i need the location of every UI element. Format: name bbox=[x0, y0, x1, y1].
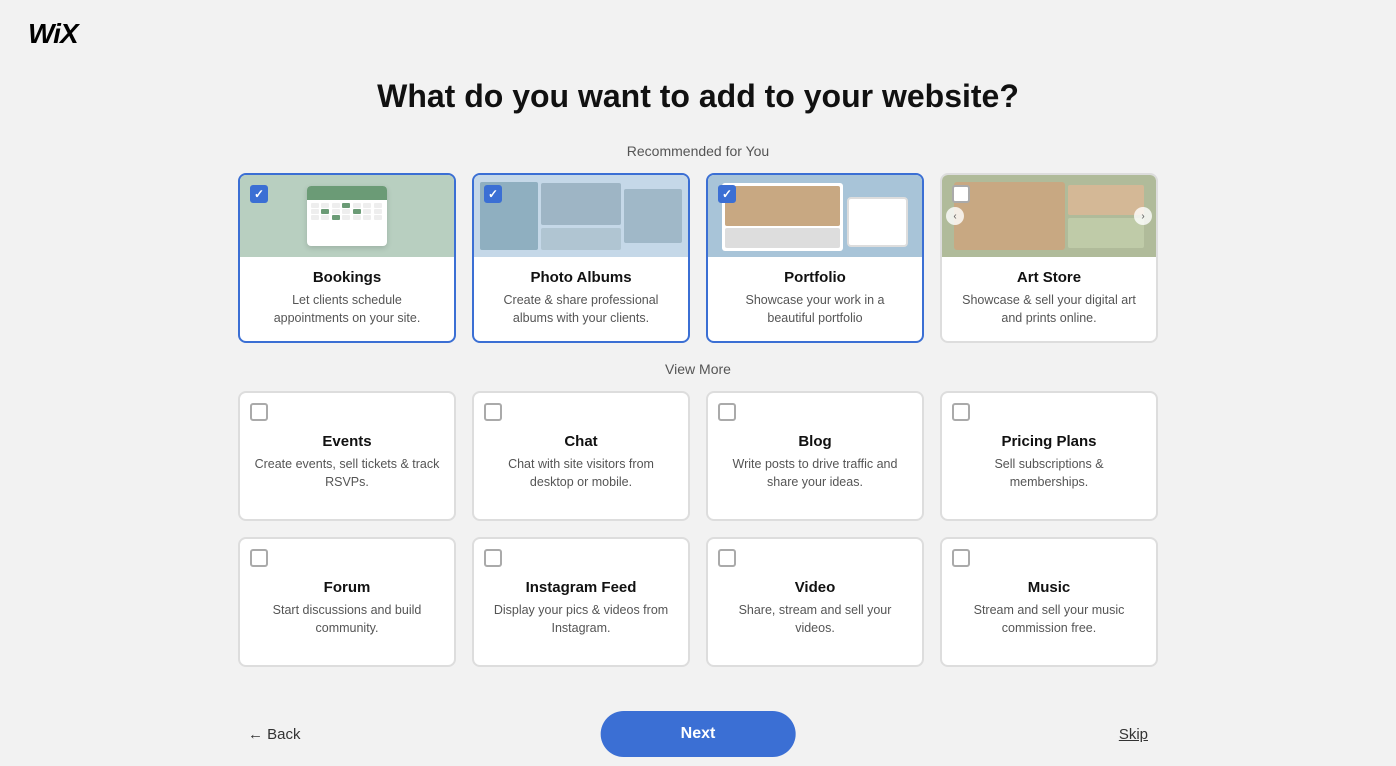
card-desc-music: Stream and sell your music commission fr… bbox=[956, 602, 1142, 637]
next-button[interactable]: Next bbox=[601, 711, 796, 757]
card-instagram-feed[interactable]: Instagram Feed Display your pics & video… bbox=[472, 537, 690, 667]
card-pricing-plans[interactable]: Pricing Plans Sell subscriptions & membe… bbox=[940, 391, 1158, 521]
checkbox-chat[interactable] bbox=[484, 403, 502, 421]
card-content-bookings: Bookings Let clients schedule appointmen… bbox=[240, 257, 454, 341]
card-video[interactable]: Video Share, stream and sell your videos… bbox=[706, 537, 924, 667]
page-container: What do you want to add to your website?… bbox=[0, 68, 1396, 765]
checkbox-bookings[interactable] bbox=[250, 185, 268, 203]
card-blog[interactable]: Blog Write posts to drive traffic and sh… bbox=[706, 391, 924, 521]
card-title-blog: Blog bbox=[798, 433, 831, 450]
card-photo-albums[interactable]: Photo Albums Create & share professional… bbox=[472, 173, 690, 343]
footer-inner: ← Back Next Skip bbox=[248, 726, 1148, 743]
checkbox-music[interactable] bbox=[952, 549, 970, 567]
card-desc-instagram-feed: Display your pics & videos from Instagra… bbox=[488, 602, 674, 637]
skip-button[interactable]: Skip bbox=[1119, 726, 1148, 743]
card-title-bookings: Bookings bbox=[254, 269, 440, 286]
checkbox-photo-albums[interactable] bbox=[484, 185, 502, 203]
card-bookings[interactable]: Bookings Let clients schedule appointmen… bbox=[238, 173, 456, 343]
wix-logo: WiX bbox=[28, 18, 1368, 50]
card-desc-albums: Create & share professional albums with … bbox=[488, 292, 674, 327]
header: WiX bbox=[0, 0, 1396, 68]
card-title-portfolio: Portfolio bbox=[722, 269, 908, 286]
card-title-forum: Forum bbox=[324, 579, 371, 596]
view-more-cards-grid: Events Create events, sell tickets & tra… bbox=[238, 391, 1158, 667]
card-title-instagram-feed: Instagram Feed bbox=[526, 579, 637, 596]
card-image-albums bbox=[474, 175, 688, 257]
card-title-albums: Photo Albums bbox=[488, 269, 674, 286]
checkbox-instagram-feed[interactable] bbox=[484, 549, 502, 567]
view-more-label: View More bbox=[665, 361, 731, 377]
card-desc-portfolio: Showcase your work in a beautiful portfo… bbox=[722, 292, 908, 327]
checkbox-video[interactable] bbox=[718, 549, 736, 567]
card-desc-pricing-plans: Sell subscriptions & memberships. bbox=[956, 456, 1142, 491]
recommended-cards-grid: Bookings Let clients schedule appointmen… bbox=[238, 173, 1158, 343]
recommended-label: Recommended for You bbox=[627, 143, 769, 159]
card-title-music: Music bbox=[1028, 579, 1071, 596]
back-button[interactable]: ← Back bbox=[248, 726, 301, 743]
footer: ← Back Next Skip bbox=[0, 702, 1396, 766]
checkbox-pricing-plans[interactable] bbox=[952, 403, 970, 421]
card-portfolio[interactable]: Portfolio Showcase your work in a beauti… bbox=[706, 173, 924, 343]
card-desc-events: Create events, sell tickets & track RSVP… bbox=[254, 456, 440, 491]
card-desc-blog: Write posts to drive traffic and share y… bbox=[722, 456, 908, 491]
card-art-store[interactable]: ‹ › Art Store Showcase & sell your digit… bbox=[940, 173, 1158, 343]
card-image-portfolio bbox=[708, 175, 922, 257]
card-music[interactable]: Music Stream and sell your music commiss… bbox=[940, 537, 1158, 667]
checkbox-art-store[interactable] bbox=[952, 185, 970, 203]
checkbox-portfolio[interactable] bbox=[718, 185, 736, 203]
card-chat[interactable]: Chat Chat with site visitors from deskto… bbox=[472, 391, 690, 521]
card-title-chat: Chat bbox=[564, 433, 597, 450]
card-desc-artstore: Showcase & sell your digital art and pri… bbox=[956, 292, 1142, 327]
card-title-pricing-plans: Pricing Plans bbox=[1001, 433, 1096, 450]
card-content-portfolio: Portfolio Showcase your work in a beauti… bbox=[708, 257, 922, 341]
card-desc-chat: Chat with site visitors from desktop or … bbox=[488, 456, 674, 491]
card-desc-forum: Start discussions and build community. bbox=[254, 602, 440, 637]
card-forum[interactable]: Forum Start discussions and build commun… bbox=[238, 537, 456, 667]
card-image-artstore: ‹ › bbox=[942, 175, 1156, 257]
card-title-events: Events bbox=[322, 433, 371, 450]
card-image-bookings bbox=[240, 175, 454, 257]
checkbox-blog[interactable] bbox=[718, 403, 736, 421]
card-events[interactable]: Events Create events, sell tickets & tra… bbox=[238, 391, 456, 521]
checkbox-events[interactable] bbox=[250, 403, 268, 421]
carousel-left-icon[interactable]: ‹ bbox=[946, 207, 964, 225]
card-title-artstore: Art Store bbox=[956, 269, 1142, 286]
card-content-albums: Photo Albums Create & share professional… bbox=[474, 257, 688, 341]
card-content-artstore: Art Store Showcase & sell your digital a… bbox=[942, 257, 1156, 341]
page-title: What do you want to add to your website? bbox=[377, 78, 1019, 115]
checkbox-forum[interactable] bbox=[250, 549, 268, 567]
card-desc-video: Share, stream and sell your videos. bbox=[722, 602, 908, 637]
carousel-right-icon[interactable]: › bbox=[1134, 207, 1152, 225]
card-title-video: Video bbox=[795, 579, 836, 596]
card-desc-bookings: Let clients schedule appointments on you… bbox=[254, 292, 440, 327]
